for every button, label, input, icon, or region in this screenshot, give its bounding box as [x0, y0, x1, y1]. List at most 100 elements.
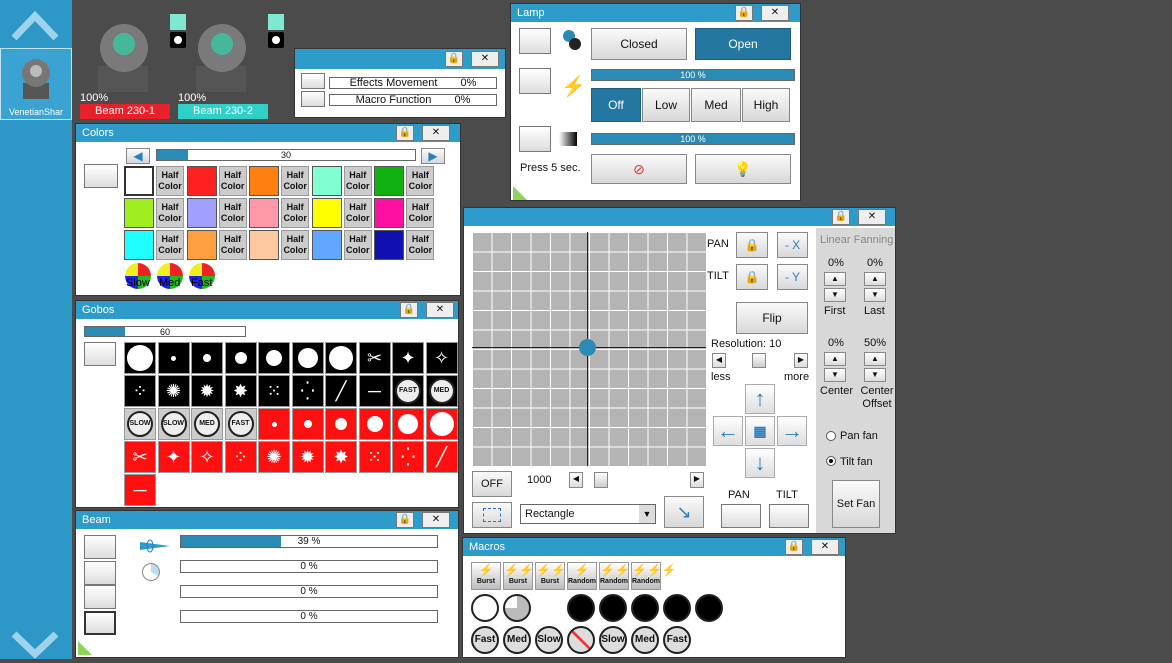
gobo-cell[interactable]: ⁛ — [392, 441, 424, 473]
gobos-toggle[interactable] — [84, 342, 116, 366]
half-color-button[interactable]: Half Color — [218, 198, 247, 228]
gobo-cell[interactable]: ✹ — [291, 441, 324, 473]
close-button[interactable]: ✕ — [761, 5, 789, 21]
gobo-cell[interactable] — [258, 342, 290, 374]
color-swatch[interactable] — [124, 166, 154, 196]
color-swatch[interactable] — [311, 198, 342, 228]
color-swatch[interactable] — [311, 230, 342, 260]
strobe-bar[interactable]: 100 % — [591, 69, 795, 81]
pan-output-button[interactable] — [721, 504, 761, 528]
dimmer-toggle[interactable] — [519, 126, 551, 152]
half-color-button[interactable]: Half Color — [281, 166, 310, 196]
macro-beam-button[interactable] — [471, 594, 499, 622]
shutter-toggle[interactable] — [519, 28, 551, 54]
color-swatch[interactable] — [249, 166, 280, 196]
gobo-cell[interactable]: ╱ — [425, 441, 458, 473]
half-color-button[interactable]: Half Color — [343, 230, 372, 260]
macro-strobe-button[interactable]: ⚡ Burst — [471, 562, 501, 590]
lamp-on-button[interactable]: 💡 — [695, 154, 791, 184]
color-swatch[interactable] — [249, 198, 280, 228]
close-button[interactable]: ✕ — [422, 125, 450, 141]
gobo-cell[interactable] — [291, 408, 324, 440]
scroll-up-icon[interactable] — [10, 6, 60, 42]
beam-toggle-3[interactable] — [84, 585, 116, 609]
flip-button[interactable]: Flip — [736, 302, 808, 334]
gobo-cell[interactable] — [258, 408, 290, 440]
level-off-button[interactable]: Off — [591, 88, 641, 122]
macro-strobe-button[interactable]: ⚡⚡ Burst — [503, 562, 534, 590]
lock-icon[interactable]: 🔒 — [735, 5, 753, 21]
macro-beam-button[interactable] — [695, 594, 723, 622]
effects-toggle-2[interactable] — [301, 91, 325, 107]
gobo-cell[interactable]: ⁘ — [224, 441, 257, 473]
macro-speed-button[interactable]: Fast — [663, 626, 691, 654]
color-swatch[interactable] — [124, 198, 154, 228]
half-color-button[interactable]: Half Color — [406, 166, 435, 196]
gobo-cell[interactable]: ─ — [358, 375, 391, 407]
gobo-cell[interactable]: FAST — [224, 408, 257, 440]
first-up-button[interactable]: ▲ — [824, 272, 846, 286]
arrow-left-icon[interactable]: ← — [713, 416, 743, 446]
scroll-right-button[interactable]: ▶ — [421, 148, 445, 164]
gobo-cell[interactable]: SLOW — [157, 408, 190, 440]
scroll-down-icon[interactable] — [10, 630, 60, 660]
position-marker[interactable] — [579, 339, 596, 356]
dimmer-bar[interactable]: 100 % — [591, 133, 795, 145]
set-fan-button[interactable]: Set Fan — [832, 480, 880, 528]
speed-slider-handle[interactable] — [594, 472, 608, 488]
resolution-down-button[interactable]: ◀ — [712, 353, 726, 368]
center-up-button[interactable]: ▲ — [824, 352, 846, 366]
macro-strobe-button[interactable]: ⚡⚡⚡ Random — [631, 562, 677, 590]
half-color-button[interactable]: Half Color — [406, 198, 435, 228]
invert-y-button[interactable]: - Y — [777, 264, 808, 290]
color-swatch[interactable] — [374, 198, 405, 228]
color-swatch[interactable] — [374, 230, 405, 260]
offset-down-button[interactable]: ▼ — [864, 368, 886, 382]
beam-toggle-1[interactable] — [84, 535, 116, 559]
beam-bar-3[interactable]: 0 % — [180, 585, 438, 598]
half-color-button[interactable]: Half Color — [218, 166, 247, 196]
gobo-cell[interactable]: ╱ — [325, 375, 357, 407]
beam-bar-4[interactable]: 0 % — [180, 610, 438, 623]
gobo-cell[interactable]: ✂ — [124, 441, 156, 473]
macro-beam-button[interactable] — [631, 594, 659, 622]
resolution-up-button[interactable]: ▶ — [794, 353, 808, 368]
gobo-cell[interactable]: ✹ — [191, 375, 223, 407]
close-button[interactable]: ✕ — [426, 302, 454, 318]
lamp-off-button[interactable]: ⊘ — [591, 154, 687, 184]
gobo-cell[interactable]: MED — [191, 408, 223, 440]
effects-movement-bar[interactable]: Effects Movement 0% — [329, 77, 497, 89]
color-swatch[interactable] — [186, 198, 217, 228]
lock-icon[interactable]: 🔒 — [445, 51, 463, 67]
half-color-button[interactable]: Half Color — [343, 198, 372, 228]
macro-strobe-button[interactable]: ⚡⚡⚡ Burst — [535, 562, 581, 590]
center-icon[interactable]: ▦ — [745, 416, 775, 446]
arrow-up-icon[interactable]: ↑ — [745, 384, 775, 414]
gobo-cell[interactable] — [157, 342, 190, 374]
gobo-cell[interactable]: ⁛ — [291, 375, 324, 407]
gobo-cell[interactable]: ✺ — [157, 375, 190, 407]
level-low-button[interactable]: Low — [642, 88, 690, 122]
gobo-cell[interactable]: SLOW — [124, 408, 156, 440]
gobo-cell[interactable]: ⁘ — [124, 375, 156, 407]
scroll-left-button[interactable]: ◀ — [126, 148, 150, 164]
gobo-cell[interactable]: ⁙ — [258, 375, 290, 407]
last-up-button[interactable]: ▲ — [864, 272, 886, 286]
macro-disabled-icon[interactable] — [567, 626, 595, 654]
gobo-cell[interactable]: FAST — [392, 375, 424, 407]
speed-down-button[interactable]: ◀ — [569, 472, 583, 488]
invert-x-button[interactable]: - X — [777, 232, 808, 258]
macro-speed-button[interactable]: Med — [631, 626, 659, 654]
half-color-button[interactable]: Half Color — [156, 230, 184, 260]
first-down-button[interactable]: ▼ — [824, 288, 846, 302]
last-down-button[interactable]: ▼ — [864, 288, 886, 302]
speed-up-button[interactable]: ▶ — [690, 472, 704, 488]
gobo-cell[interactable] — [358, 408, 391, 440]
beam-toggle-2[interactable] — [84, 561, 116, 585]
resize-grip-icon[interactable] — [513, 186, 527, 200]
color-speed-med[interactable]: Med — [156, 262, 186, 292]
half-color-button[interactable]: Half Color — [156, 198, 184, 228]
fixture-tile[interactable]: VenetianShar — [0, 48, 72, 120]
gobos-slider[interactable]: 60 — [84, 326, 246, 337]
macro-speed-button[interactable]: Med — [503, 626, 531, 654]
